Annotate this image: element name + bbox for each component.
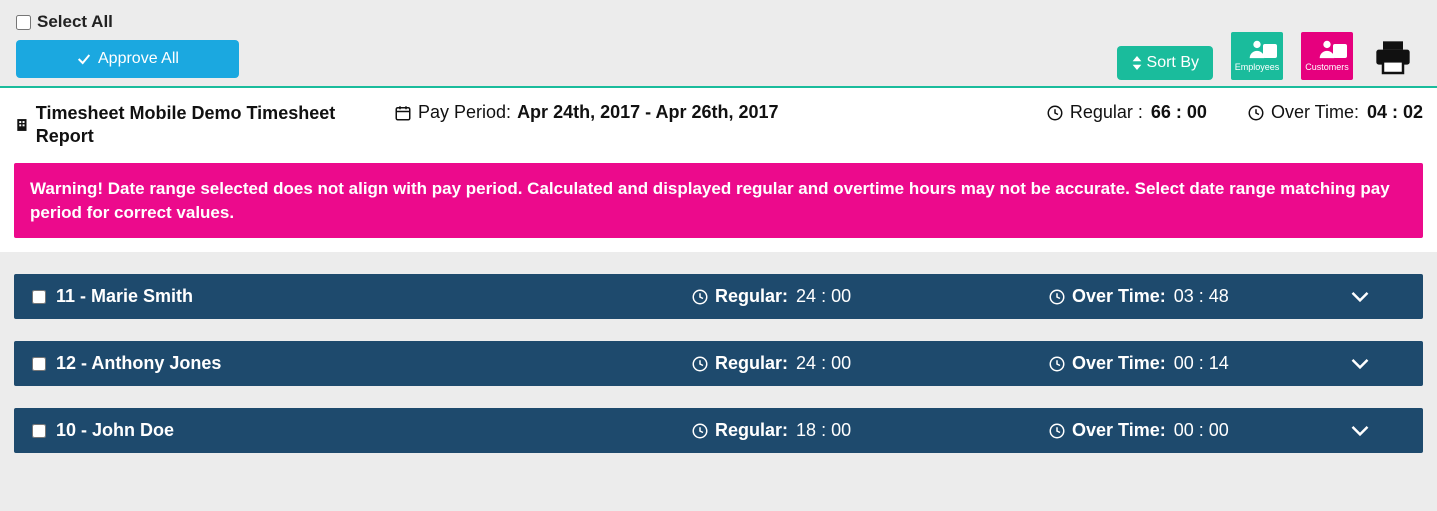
printer-icon [1373, 38, 1413, 78]
employee-name: 11 - Marie Smith [56, 286, 193, 307]
check-icon [76, 51, 92, 67]
top-controls: Select All Approve All Sort By Employees… [0, 0, 1437, 86]
sort-by-button[interactable]: Sort By [1117, 46, 1213, 80]
right-actions: Sort By Employees Customers [1117, 32, 1415, 80]
summary-regular: Regular : 66 : 00 [1046, 102, 1207, 123]
regular-label: Regular: [715, 353, 788, 374]
employee-row[interactable]: 11 - Marie Smith Regular: 24 : 00 Over T… [14, 274, 1423, 319]
overtime-label: Over Time: [1072, 353, 1166, 374]
sort-icon [1131, 56, 1143, 70]
employee-rows: 11 - Marie Smith Regular: 24 : 00 Over T… [0, 252, 1437, 493]
excel-icon [1333, 44, 1347, 58]
regular-label: Regular: [715, 420, 788, 441]
clock-icon [1048, 355, 1066, 373]
employee-checkbox[interactable] [32, 424, 46, 438]
select-all-checkbox[interactable] [16, 15, 31, 30]
chevron-down-icon[interactable] [1350, 290, 1370, 304]
select-all-row: Select All [16, 12, 1421, 32]
sort-by-label: Sort By [1147, 54, 1199, 72]
summary-regular-value: 66 : 00 [1151, 102, 1207, 123]
warning-text: Warning! Date range selected does not al… [30, 179, 1390, 222]
clock-icon [1247, 104, 1265, 122]
chevron-down-icon[interactable] [1350, 424, 1370, 438]
employee-row[interactable]: 10 - John Doe Regular: 18 : 00 Over Time… [14, 408, 1423, 453]
chevron-down-icon[interactable] [1350, 357, 1370, 371]
export-employees-label: Employees [1235, 62, 1280, 72]
clock-icon [691, 288, 709, 306]
overtime-value: 03 : 48 [1174, 286, 1229, 307]
summary-overtime: Over Time: 04 : 02 [1247, 102, 1423, 123]
excel-icon [1263, 44, 1277, 58]
approve-all-button[interactable]: Approve All [16, 40, 239, 78]
regular-value: 24 : 00 [796, 353, 851, 374]
clock-icon [1046, 104, 1064, 122]
employee-name: 12 - Anthony Jones [56, 353, 221, 374]
warning-banner: Warning! Date range selected does not al… [14, 163, 1423, 239]
export-employees-button[interactable]: Employees [1231, 32, 1283, 80]
export-customers-button[interactable]: Customers [1301, 32, 1353, 80]
summary-overtime-label: Over Time: [1271, 102, 1359, 123]
print-button[interactable] [1371, 36, 1415, 80]
report-title-text: Timesheet Mobile Demo Timesheet Report [36, 102, 354, 149]
report-panel: Timesheet Mobile Demo Timesheet Report P… [0, 86, 1437, 252]
select-all-label: Select All [37, 12, 113, 32]
clock-icon [1048, 422, 1066, 440]
clock-icon [691, 355, 709, 373]
export-customers-label: Customers [1305, 62, 1349, 72]
pay-period: Pay Period: Apr 24th, 2017 - Apr 26th, 2… [394, 102, 779, 123]
regular-value: 18 : 00 [796, 420, 851, 441]
overtime-value: 00 : 00 [1174, 420, 1229, 441]
overtime-label: Over Time: [1072, 286, 1166, 307]
employee-checkbox[interactable] [32, 357, 46, 371]
employee-checkbox[interactable] [32, 290, 46, 304]
pay-period-label: Pay Period: [418, 102, 511, 123]
employee-name: 10 - John Doe [56, 420, 174, 441]
regular-value: 24 : 00 [796, 286, 851, 307]
overtime-value: 00 : 14 [1174, 353, 1229, 374]
approve-all-label: Approve All [98, 50, 179, 68]
calendar-icon [394, 104, 412, 122]
clock-icon [691, 422, 709, 440]
employee-row[interactable]: 12 - Anthony Jones Regular: 24 : 00 Over… [14, 341, 1423, 386]
report-title: Timesheet Mobile Demo Timesheet Report [14, 102, 354, 149]
pay-period-value: Apr 24th, 2017 - Apr 26th, 2017 [517, 102, 778, 123]
summary-row: Timesheet Mobile Demo Timesheet Report P… [14, 102, 1423, 149]
clock-icon [1048, 288, 1066, 306]
regular-label: Regular: [715, 286, 788, 307]
summary-overtime-value: 04 : 02 [1367, 102, 1423, 123]
overtime-label: Over Time: [1072, 420, 1166, 441]
summary-regular-label: Regular : [1070, 102, 1143, 123]
building-icon [14, 116, 30, 134]
